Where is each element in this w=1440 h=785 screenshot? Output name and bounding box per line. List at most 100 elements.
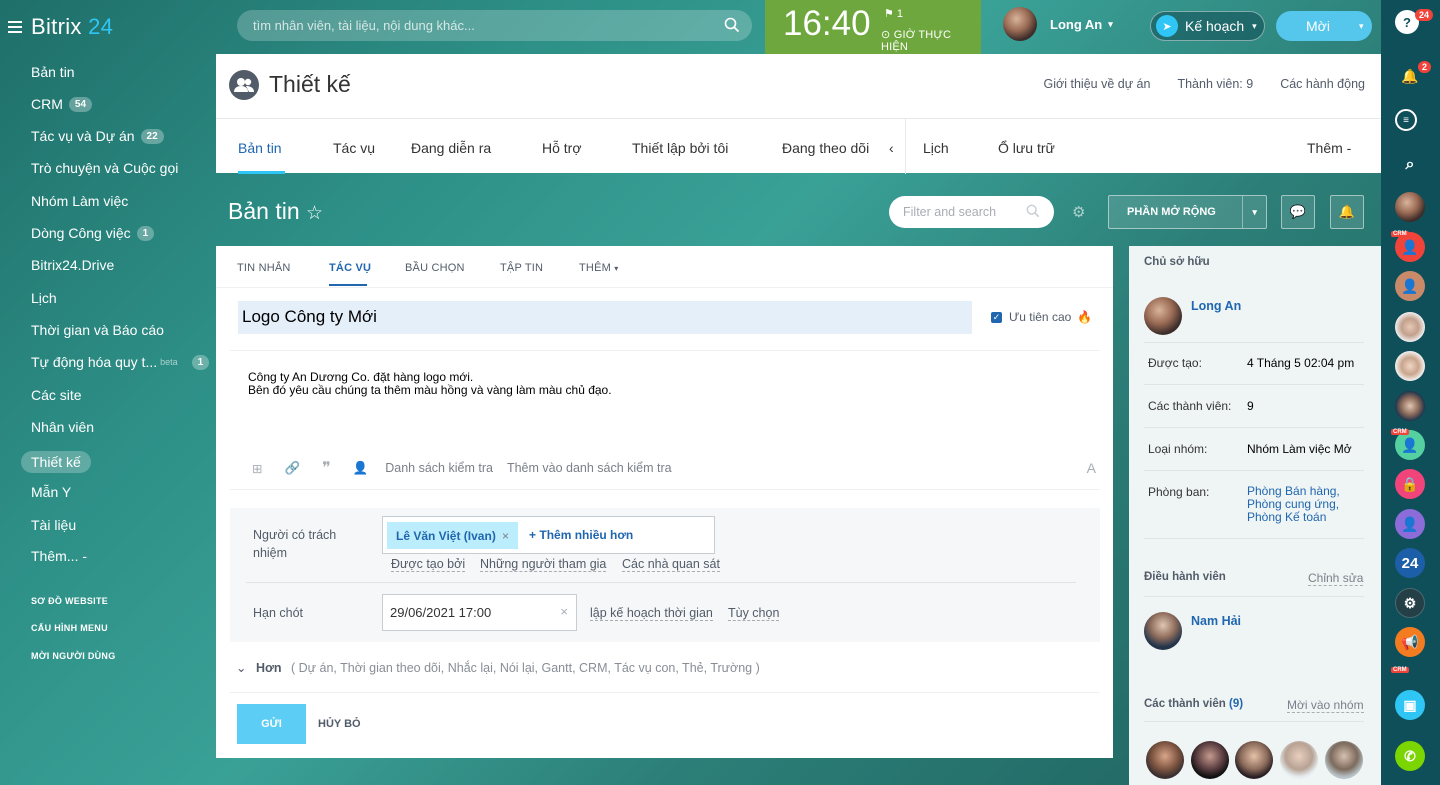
- bell-button[interactable]: 🔔: [1330, 195, 1364, 229]
- actions-link[interactable]: Các hành động: [1280, 77, 1365, 91]
- created-by-link[interactable]: Được tạo bởi: [391, 557, 466, 572]
- sidebar-item[interactable]: Nhóm Làm việc: [31, 193, 128, 209]
- owner-avatar[interactable]: [1144, 297, 1182, 335]
- close-icon[interactable]: ×: [560, 604, 568, 619]
- tab-poll[interactable]: BẦU CHỌN: [405, 262, 465, 274]
- clock-widget[interactable]: 16:40 ⚑ 1 ⊙ GIỜ THỰC HIỆN: [765, 0, 981, 54]
- megaphone-icon[interactable]: 📢: [1395, 627, 1425, 657]
- sidebar-item[interactable]: Thêm... -: [31, 548, 87, 564]
- task-description[interactable]: Công ty An Dương Co. đặt hàng logo mới. …: [248, 371, 612, 397]
- settings-icon[interactable]: ⚙: [1395, 588, 1425, 618]
- high-priority-checkbox[interactable]: ✓ Ưu tiên cao 🔥: [991, 310, 1092, 324]
- tab-assist[interactable]: Hỗ trợ: [542, 140, 582, 156]
- tabs-scroll-left-icon[interactable]: ‹: [889, 140, 894, 156]
- sidebar-item[interactable]: Dòng Công việc 1: [31, 225, 155, 241]
- sidebar-item[interactable]: Thiết kế: [21, 451, 91, 473]
- lock-icon[interactable]: 🔒: [1395, 469, 1425, 499]
- members-link[interactable]: Thành viên: 9: [1177, 77, 1253, 91]
- sidebar-item[interactable]: Bản tin: [31, 64, 75, 80]
- options-link[interactable]: Tùy chọn: [728, 606, 780, 621]
- member-avatar[interactable]: [1280, 741, 1318, 779]
- edit-link[interactable]: Chỉnh sửa: [1308, 571, 1364, 586]
- tab-following[interactable]: Đang theo dõi: [782, 140, 869, 156]
- cancel-button[interactable]: HỦY BỎ: [318, 718, 361, 730]
- sidebar-item[interactable]: Mẫn Y: [31, 484, 71, 500]
- tab-tasks[interactable]: Tác vụ: [333, 140, 375, 156]
- moderator-avatar[interactable]: [1144, 612, 1182, 650]
- responsible-chip[interactable]: Lê Văn Việt (Ivan) ×: [387, 522, 518, 549]
- group-chat-icon[interactable]: 👤: [1395, 509, 1425, 539]
- tab-calendar[interactable]: Lịch: [923, 140, 949, 156]
- sidebar-small-link[interactable]: MỜI NGƯỜI DÙNG: [31, 651, 116, 661]
- link-icon[interactable]: 🔗: [284, 461, 300, 476]
- sidebar-small-link[interactable]: SƠ ĐỒ WEBSITE: [31, 596, 108, 606]
- open-line-icon[interactable]: ▣: [1395, 690, 1425, 720]
- messages-icon[interactable]: ≡: [1395, 109, 1417, 131]
- close-icon[interactable]: ×: [502, 529, 509, 543]
- sidebar-item[interactable]: Lịch: [31, 290, 57, 306]
- mention-icon[interactable]: 👤: [353, 461, 369, 476]
- chat-button[interactable]: 💬: [1281, 195, 1315, 229]
- bitrix-counter-icon[interactable]: 24: [1395, 548, 1425, 578]
- contact-avatar[interactable]: 👤: [1395, 271, 1425, 301]
- observers-link[interactable]: Các nhà quan sát: [622, 557, 720, 572]
- gear-icon[interactable]: ⚙: [1072, 203, 1085, 221]
- extensions-button[interactable]: PHẦN MỞ RỘNG ▾: [1108, 195, 1267, 229]
- search-icon[interactable]: [724, 17, 740, 33]
- contact-avatar[interactable]: [1395, 351, 1425, 381]
- contact-avatar[interactable]: [1395, 192, 1425, 222]
- tab-more[interactable]: THÊM ▾: [579, 262, 618, 274]
- sidebar-item[interactable]: Nhân viên: [31, 419, 94, 435]
- tab-task[interactable]: TÁC VỤ: [329, 262, 371, 274]
- contact-avatar[interactable]: [1395, 391, 1425, 421]
- sidebar-item[interactable]: Tác vụ và Dự án 22: [31, 128, 164, 144]
- department-accounting[interactable]: Phòng Kế toán: [1247, 511, 1340, 524]
- sidebar-item[interactable]: Tự động hóa quy t... beta 1: [31, 354, 210, 370]
- plan-button[interactable]: ➤ Kế hoạch ▾: [1150, 11, 1265, 41]
- filter-input[interactable]: Filter and search: [889, 196, 1054, 228]
- plan-time-link[interactable]: lập kế hoạch thời gian: [590, 606, 713, 621]
- sidebar-item[interactable]: Trò chuyện và Cuộc gọi: [31, 160, 178, 176]
- sidebar-item[interactable]: Các site: [31, 387, 82, 403]
- contact-avatar[interactable]: [1395, 312, 1425, 342]
- sidebar-small-link[interactable]: CẤU HÌNH MENU: [31, 623, 108, 633]
- add-checklist-button[interactable]: Thêm vào danh sách kiểm tra: [507, 461, 672, 475]
- tab-drive[interactable]: Ổ lưu trữ: [998, 140, 1055, 156]
- invite-to-group-link[interactable]: Mời vào nhóm: [1287, 698, 1364, 713]
- member-avatar[interactable]: [1146, 741, 1184, 779]
- task-title-input[interactable]: Logo Công ty Mới: [238, 301, 972, 334]
- sidebar-item[interactable]: Thời gian và Báo cáo: [31, 322, 164, 338]
- phone-icon[interactable]: ✆: [1395, 741, 1425, 771]
- search-icon[interactable]: ⌕: [1395, 150, 1425, 180]
- search-icon[interactable]: [1026, 204, 1040, 218]
- members-count[interactable]: (9): [1229, 698, 1243, 710]
- user-menu[interactable]: Long An ▾: [1003, 7, 1113, 41]
- checklist-button[interactable]: Danh sách kiểm tra: [385, 461, 493, 475]
- tab-more[interactable]: Thêm -: [1307, 140, 1351, 156]
- tab-file[interactable]: TẬP TIN: [500, 262, 543, 274]
- participants-link[interactable]: Những người tham gia: [480, 557, 607, 572]
- deadline-input[interactable]: 29/06/2021 17:00 ×: [382, 594, 577, 631]
- font-format-button[interactable]: A: [1087, 460, 1096, 476]
- tab-set-by-me[interactable]: Thiết lập bởi tôi: [632, 140, 728, 156]
- sidebar-item[interactable]: Bitrix24.Drive: [31, 257, 114, 273]
- sidebar-item[interactable]: CRM 54: [31, 96, 93, 112]
- more-options[interactable]: ⌄ Hơn ( Dự án, Thời gian theo dõi, Nhắc …: [236, 660, 760, 675]
- responsible-field[interactable]: Lê Văn Việt (Ivan) × + Thêm nhiều hơn: [382, 516, 715, 554]
- add-more-link[interactable]: + Thêm nhiều hơn: [529, 528, 633, 542]
- tab-message[interactable]: TIN NHẮN: [237, 262, 291, 274]
- logo[interactable]: Bitrix 24: [31, 14, 113, 40]
- menu-icon[interactable]: [8, 21, 22, 33]
- send-button[interactable]: GỬI: [237, 704, 306, 744]
- search-input[interactable]: tìm nhân viên, tài liệu, nội dung khác..…: [237, 10, 752, 41]
- sidebar-item[interactable]: Tài liệu: [31, 517, 76, 533]
- tab-ongoing[interactable]: Đang diễn ra: [411, 140, 491, 156]
- owner-name[interactable]: Long An: [1191, 299, 1241, 313]
- member-avatar[interactable]: [1325, 741, 1363, 779]
- checkbox-icon[interactable]: ✓: [991, 311, 1002, 323]
- about-link[interactable]: Giới thiệu về dự án: [1044, 77, 1151, 91]
- tab-feed[interactable]: Bản tin: [238, 140, 282, 156]
- invite-button[interactable]: Mời ▾: [1276, 11, 1372, 41]
- moderator-name[interactable]: Nam Hải: [1191, 614, 1241, 628]
- quote-icon[interactable]: ❞: [322, 458, 331, 478]
